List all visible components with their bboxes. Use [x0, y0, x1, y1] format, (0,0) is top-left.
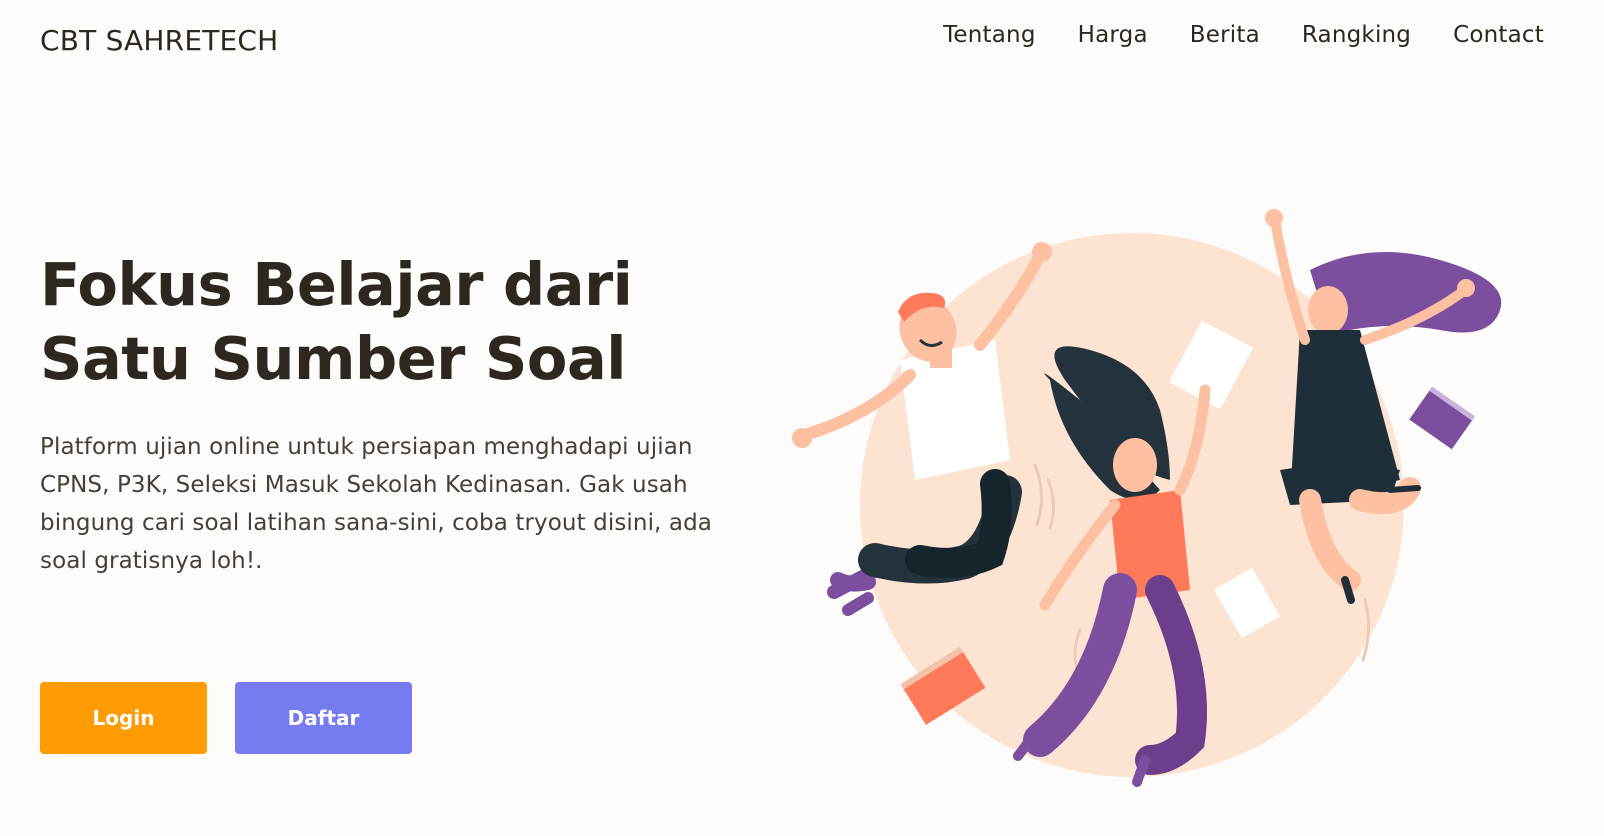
- nav-item-harga[interactable]: Harga: [1078, 22, 1148, 48]
- hero-title: Fokus Belajar dari Satu Sumber Soal: [40, 248, 760, 396]
- nav-item-contact[interactable]: Contact: [1453, 22, 1544, 48]
- brand-logo[interactable]: CBT SAHRETECH: [40, 24, 278, 57]
- hero-title-line2: Satu Sumber Soal: [40, 324, 626, 393]
- navbar: CBT SAHRETECH Tentang Harga Berita Rangk…: [0, 0, 1604, 80]
- hero-description: Platform ujian online untuk persiapan me…: [40, 434, 712, 574]
- daftar-button[interactable]: Daftar: [235, 682, 412, 754]
- jumping-people-illustration: [792, 209, 1502, 787]
- main-nav: Tentang Harga Berita Rangking Contact: [901, 22, 1544, 48]
- nav-item-rangking[interactable]: Rangking: [1302, 22, 1411, 48]
- hero-title-line1: Fokus Belajar dari: [40, 250, 633, 319]
- nav-item-tentang[interactable]: Tentang: [943, 22, 1036, 48]
- nav-item-berita[interactable]: Berita: [1190, 22, 1260, 48]
- floating-book-purple: [1409, 386, 1475, 450]
- login-button[interactable]: Login: [40, 682, 207, 754]
